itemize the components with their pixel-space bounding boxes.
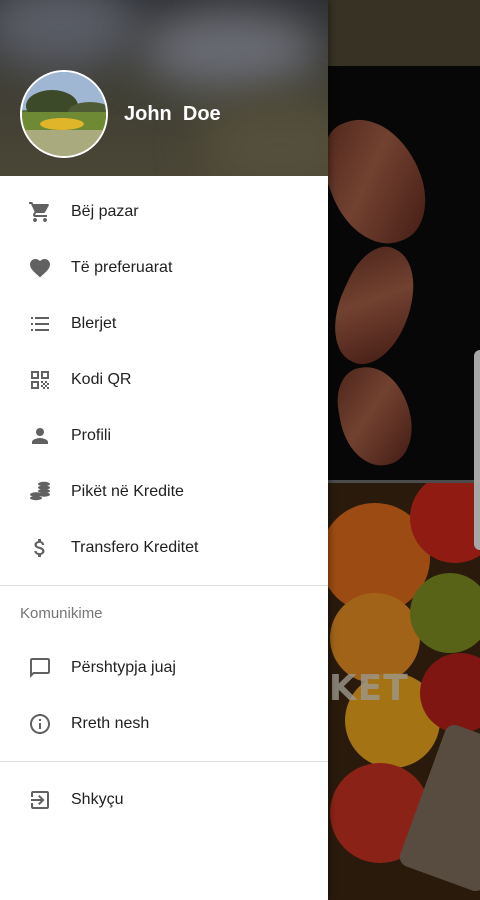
menu-label: Transfero Kreditet: [71, 539, 199, 556]
avatar[interactable]: [20, 70, 108, 158]
menu-item-transfer-credits[interactable]: Transfero Kreditet: [0, 520, 328, 576]
menu-label: Blerjet: [71, 315, 117, 332]
menu-item-qr-code[interactable]: Kodi QR: [0, 352, 328, 408]
heart-icon: [28, 256, 52, 280]
coins-icon: [28, 480, 52, 504]
menu-label: Të preferuarat: [71, 259, 173, 276]
section-header-communication: Komunikime: [20, 604, 103, 622]
dollar-icon: [28, 536, 52, 560]
info-icon: [28, 712, 52, 736]
menu-item-about[interactable]: Rreth nesh: [0, 696, 328, 752]
menu-item-purchases[interactable]: Blerjet: [0, 296, 328, 352]
cart-icon: [28, 200, 52, 224]
menu-label: Profili: [71, 427, 112, 444]
feedback-icon: [28, 656, 52, 680]
menu-label: Kodi QR: [71, 371, 132, 388]
qr-code-icon: [28, 368, 52, 392]
avatar-landscape-icon: [22, 72, 106, 156]
menu-divider: [0, 761, 328, 762]
logout-icon: [28, 788, 52, 812]
list-icon: [28, 312, 52, 336]
person-icon: [28, 424, 52, 448]
drawer-header: John Doe: [0, 0, 328, 176]
menu-label: Shkyçu: [71, 791, 124, 808]
menu-item-shop[interactable]: Bëj pazar: [0, 184, 328, 240]
navigation-drawer: John Doe Bëj pazar Të preferuarat Blerje…: [0, 0, 328, 900]
menu-label: Përshtypja juaj: [71, 659, 176, 676]
user-name[interactable]: John Doe: [124, 103, 221, 126]
menu-item-points-to-credits[interactable]: Pikët në Kredite: [0, 464, 328, 520]
menu-label: Bëj pazar: [71, 203, 139, 220]
menu-label: Rreth nesh: [71, 715, 150, 732]
menu-item-logout[interactable]: Shkyçu: [0, 772, 328, 828]
menu-item-feedback[interactable]: Përshtypja juaj: [0, 640, 328, 696]
menu-label: Pikët në Kredite: [71, 483, 184, 500]
drawer-menu: Bëj pazar Të preferuarat Blerjet Kodi QR…: [0, 176, 328, 828]
menu-item-profile[interactable]: Profili: [0, 408, 328, 464]
menu-item-favorites[interactable]: Të preferuarat: [0, 240, 328, 296]
